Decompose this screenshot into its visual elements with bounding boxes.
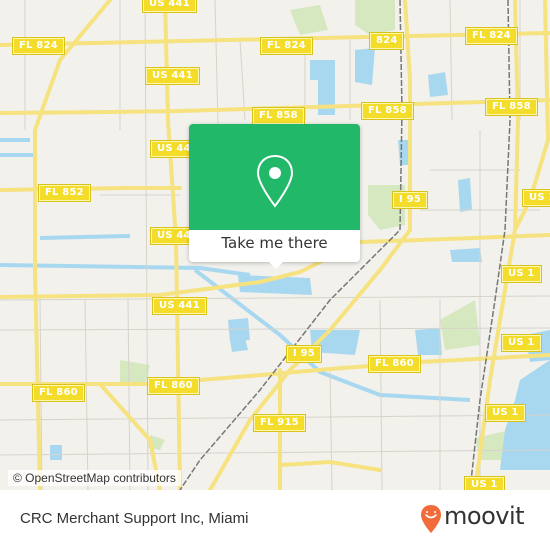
road-shield: 824 — [368, 32, 405, 50]
popup-header — [189, 124, 360, 230]
location-popup: Take me there — [189, 124, 360, 269]
take-me-there-button[interactable]: Take me there — [189, 230, 360, 262]
park-area — [440, 300, 480, 350]
road-west-curve — [33, 0, 112, 490]
road-shield: US 441 — [152, 297, 207, 315]
road-shield: I 95 — [286, 345, 322, 363]
lake — [355, 48, 375, 85]
road-shield: US 1 — [485, 404, 526, 422]
road-shield: FL 915 — [253, 414, 306, 432]
road-shield: US 1 — [522, 189, 550, 207]
lake — [450, 248, 482, 262]
map-attribution[interactable]: © OpenStreetMap contributors — [8, 470, 181, 486]
road-shield: I 95 — [392, 191, 428, 209]
canal — [39, 234, 131, 240]
park-area — [355, 0, 395, 35]
road-shield: FL 860 — [147, 377, 200, 395]
lake — [428, 72, 448, 97]
road-shield: US 1 — [464, 476, 505, 490]
place-title: CRC Merchant Support Inc, Miami — [20, 510, 249, 527]
road-shield: FL 824 — [12, 37, 65, 55]
road-shield: FL 858 — [361, 102, 414, 120]
canal — [0, 263, 251, 277]
lake — [228, 318, 250, 342]
park-area — [290, 5, 328, 35]
road-shield: US 1 — [501, 334, 542, 352]
footer-bar: CRC Merchant Support Inc, Miami moovit — [0, 490, 550, 550]
lake — [415, 328, 442, 355]
park-area — [120, 360, 150, 385]
lake — [50, 445, 62, 460]
road-fl915-ew — [278, 459, 382, 472]
road-shield: FL 860 — [32, 384, 85, 402]
road-shield: FL 852 — [38, 184, 91, 202]
road-shield: US 441 — [142, 0, 197, 13]
map-pin-icon — [256, 154, 294, 208]
moovit-pin-icon — [421, 505, 441, 533]
road-shield: FL 858 — [485, 98, 538, 116]
road-shield: US 1 — [501, 265, 542, 283]
road-shield: US 441 — [145, 67, 200, 85]
popup-pointer — [267, 260, 285, 269]
road-shield: FL 824 — [260, 37, 313, 55]
road-shield: FL 824 — [465, 27, 518, 45]
road-shield: FL 858 — [252, 107, 305, 125]
lake — [458, 178, 472, 212]
lake — [230, 338, 248, 352]
moovit-wordmark: moovit — [444, 502, 525, 530]
road-shield: FL 860 — [368, 355, 421, 373]
road-fl852 — [0, 186, 182, 192]
